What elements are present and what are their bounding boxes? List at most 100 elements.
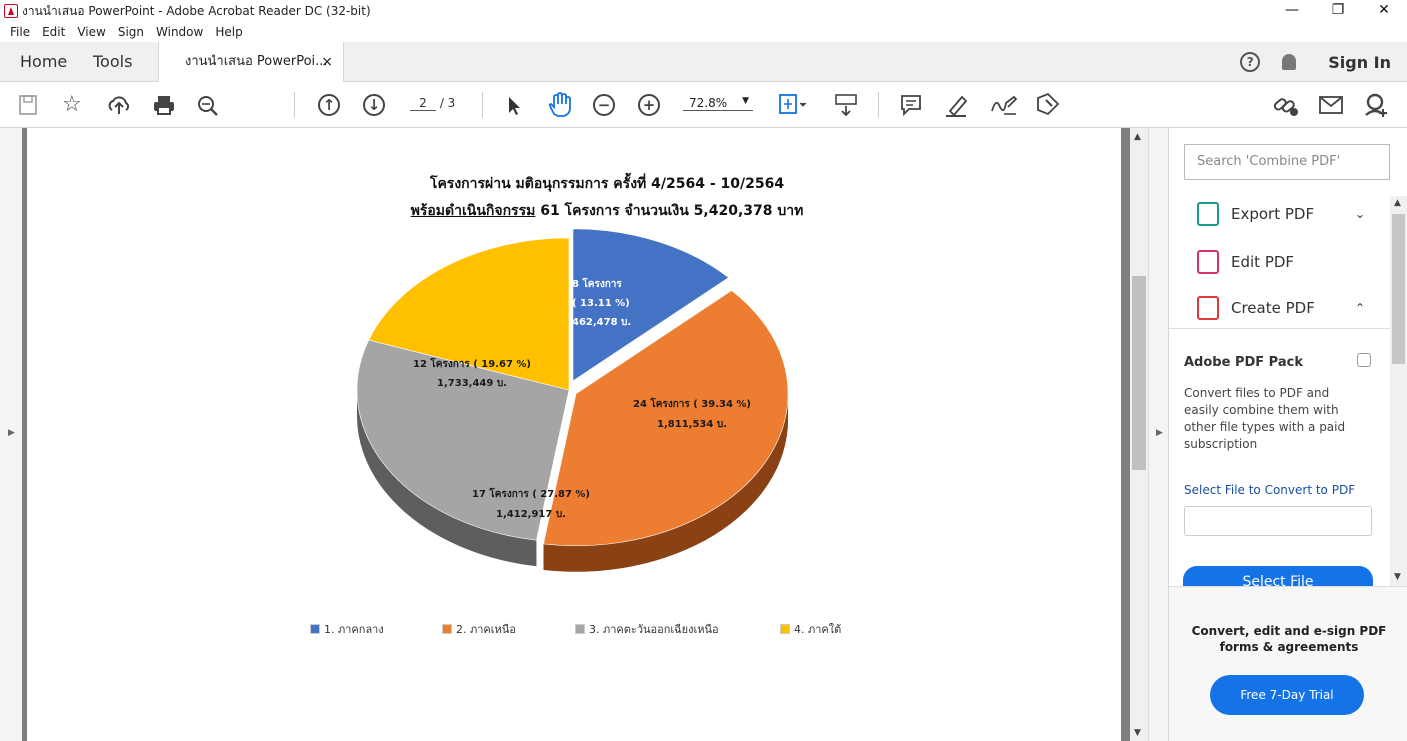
legend-label: 2. ภาคเหนือ: [456, 623, 516, 636]
zoom-out-icon[interactable]: −: [593, 94, 615, 116]
email-icon[interactable]: [1318, 95, 1344, 121]
scrollbar-thumb[interactable]: [1132, 276, 1146, 470]
fit-page-icon[interactable]: [778, 93, 808, 119]
hand-icon[interactable]: [546, 92, 572, 118]
scroll-down-icon[interactable]: ▼: [1394, 572, 1401, 582]
minimize-button[interactable]: —: [1269, 0, 1315, 22]
account-icon[interactable]: [1364, 93, 1390, 119]
document-viewer[interactable]: ▶ 8 โครงการ ( 13.11 %) 462,478 บ. 24 โคร…: [0, 128, 1130, 741]
sign-icon[interactable]: [988, 93, 1018, 119]
toolbar-separator: [294, 92, 295, 118]
window-title: งานนำเสนอ PowerPoint - Adobe Acrobat Rea…: [22, 3, 371, 18]
comment-icon[interactable]: [900, 94, 922, 120]
data-label-4-line1: 12 โครงการ ( 19.67 %): [413, 357, 531, 370]
select-cursor-icon[interactable]: [506, 95, 522, 121]
export-pdf-label: Export PDF: [1231, 205, 1315, 223]
tab-home[interactable]: Home: [20, 42, 67, 82]
scroll-down-icon[interactable]: ▼: [1134, 728, 1141, 738]
maximize-button[interactable]: ❐: [1315, 0, 1361, 22]
scroll-up-icon[interactable]: ▲: [1394, 198, 1401, 208]
highlight-icon[interactable]: [944, 93, 970, 119]
share-link-icon[interactable]: [1272, 93, 1300, 119]
legend-item-3: 3. ภาคตะวันออกเฉียงเหนือ: [575, 620, 719, 638]
legend-swatch: [310, 624, 320, 634]
menu-edit[interactable]: Edit: [42, 25, 65, 39]
promo-panel: Convert, edit and e-sign PDF forms & agr…: [1169, 586, 1407, 741]
select-file-convert-link[interactable]: Select File to Convert to PDF: [1184, 483, 1355, 497]
pack-description: Convert files to PDF and easily combine …: [1184, 386, 1346, 451]
chart-title-line1: โครงการผ่าน มติอนุกรรมการ ครั้งที่ 4/256…: [429, 176, 785, 192]
menu-view[interactable]: View: [77, 25, 105, 39]
create-pdf-tool[interactable]: Create PDF ⌃: [1197, 296, 1365, 320]
menu-help[interactable]: Help: [215, 25, 242, 39]
main-toolbar: ☆ ↑ ↓ 2 / 3 − + 72.8% ▼: [0, 82, 1407, 128]
scroll-up-icon[interactable]: ▲: [1134, 132, 1141, 142]
right-panel-toggle[interactable]: ▶: [1148, 128, 1168, 741]
zoom-in-icon[interactable]: +: [638, 94, 660, 116]
left-panel-toggle[interactable]: ▶: [0, 128, 22, 741]
sign-in-button[interactable]: Sign In: [1328, 53, 1391, 72]
current-page-input[interactable]: 2: [410, 96, 436, 111]
menu-window[interactable]: Window: [156, 25, 203, 39]
acrobat-app-icon: [4, 4, 18, 18]
close-tab-icon[interactable]: ×: [321, 42, 333, 82]
fill-sign-icon[interactable]: [1034, 92, 1062, 118]
scroll-mode-icon[interactable]: [834, 93, 858, 119]
sidebar-divider: [1169, 328, 1391, 329]
page-navigator: 2 / 3: [410, 96, 455, 111]
chevron-up-icon[interactable]: ⌃: [1355, 301, 1365, 315]
edit-pdf-tool[interactable]: Edit PDF: [1197, 250, 1294, 274]
page-down-icon[interactable]: ↓: [363, 94, 385, 116]
toolbar-separator: [878, 92, 879, 118]
zoom-level-dropdown[interactable]: 72.8% ▼: [683, 96, 753, 111]
legend-label: 4. ภาคใต้: [794, 623, 842, 636]
pack-title: Adobe PDF Pack: [1184, 355, 1303, 370]
bookmark-star-icon[interactable]: ☆: [62, 92, 82, 118]
chart-title-underlined: พร้อมดำเนินกิจกรรม: [410, 203, 536, 219]
tools-sidebar: Search 'Combine PDF' Export PDF ⌄ Edit P…: [1168, 128, 1407, 741]
legend-swatch: [442, 624, 452, 634]
tab-document[interactable]: งานนำเสนอ PowerPoi... ×: [158, 42, 344, 83]
zoom-level-value: 72.8%: [689, 96, 728, 110]
legend-label: 3. ภาคตะวันออกเฉียงเหนือ: [589, 623, 719, 636]
menu-bar: File Edit View Sign Window Help: [0, 22, 1407, 42]
zoom-search-icon[interactable]: [196, 94, 220, 120]
data-label-4-line2: 1,733,449 บ.: [437, 378, 507, 389]
pack-info-icon[interactable]: [1357, 353, 1371, 367]
chart-title-line2: พร้อมดำเนินกิจกรรม 61 โครงการ จำนวนเงิน …: [27, 200, 1187, 222]
legend-item-4: 4. ภาคใต้: [780, 620, 841, 638]
convert-file-input[interactable]: [1184, 506, 1372, 536]
toolbar-separator: [482, 92, 483, 118]
sidebar-scrollbar[interactable]: ▲ ▼: [1390, 196, 1407, 586]
chevron-down-icon[interactable]: ⌄: [1355, 207, 1365, 221]
menu-sign[interactable]: Sign: [118, 25, 144, 39]
window-titlebar: งานนำเสนอ PowerPoint - Adobe Acrobat Rea…: [0, 0, 1407, 22]
document-scrollbar[interactable]: ▲ ▼: [1130, 128, 1148, 741]
tool-search-input[interactable]: Search 'Combine PDF': [1184, 144, 1390, 180]
sidebar-scrollbar-thumb[interactable]: [1392, 214, 1405, 364]
help-icon[interactable]: ?: [1240, 52, 1261, 72]
export-pdf-tool[interactable]: Export PDF ⌄: [1197, 202, 1365, 226]
export-pdf-icon: [1197, 202, 1219, 226]
data-label-1-line3: 462,478 บ.: [572, 317, 631, 328]
total-pages: / 3: [439, 96, 456, 110]
notification-bell-icon[interactable]: [1282, 54, 1297, 70]
close-window-button[interactable]: ✕: [1361, 0, 1407, 22]
upload-cloud-icon[interactable]: [106, 94, 132, 120]
save-icon[interactable]: [18, 94, 38, 120]
free-trial-button[interactable]: Free 7-Day Trial: [1210, 675, 1364, 715]
data-label-3-line1: 17 โครงการ ( 27.87 %): [472, 487, 590, 500]
print-icon[interactable]: [152, 94, 176, 120]
page-up-icon[interactable]: ↑: [318, 94, 340, 116]
tab-tools[interactable]: Tools: [93, 42, 132, 82]
chevron-right-icon: ▶: [1156, 428, 1163, 438]
create-pdf-label: Create PDF: [1231, 299, 1315, 317]
legend-label: 1. ภาคกลาง: [324, 623, 384, 636]
menu-file[interactable]: File: [10, 25, 30, 39]
legend-item-2: 2. ภาคเหนือ: [442, 620, 516, 638]
tab-bar: Home Tools งานนำเสนอ PowerPoi... × ? Sig…: [0, 42, 1407, 83]
legend-swatch: [575, 624, 585, 634]
pdf-page: 8 โครงการ ( 13.11 %) 462,478 บ. 24 โครงก…: [27, 128, 1121, 741]
promo-text: Convert, edit and e-sign PDF forms & agr…: [1191, 624, 1387, 654]
data-label-1-line1: 8 โครงการ: [572, 277, 622, 290]
